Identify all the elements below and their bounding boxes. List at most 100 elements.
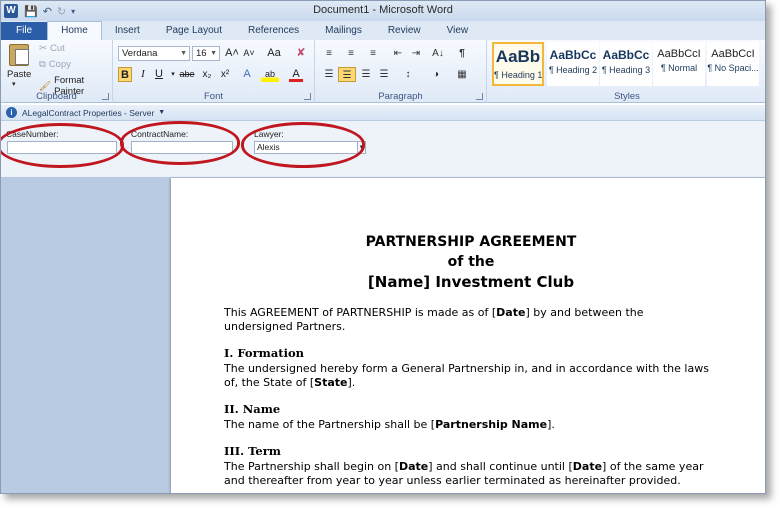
decrease-indent-icon[interactable]: ⇤ — [389, 46, 407, 61]
highlight-ring-contract-name — [120, 121, 240, 165]
style-preview: AaBbCc — [549, 48, 597, 62]
justify-icon[interactable]: ☰ — [375, 67, 393, 82]
shading-icon[interactable]: ◑ — [427, 67, 445, 82]
cut-button[interactable]: ✂ Cut — [39, 43, 65, 54]
term-text: and thereafter from year to year unless … — [224, 474, 681, 487]
start-date-placeholder: Date — [398, 460, 429, 473]
tab-mailings[interactable]: Mailings — [312, 22, 375, 40]
align-left-icon[interactable]: ☰ — [320, 67, 338, 82]
center-icon[interactable]: ☰ — [338, 67, 356, 82]
doc-title-line-1: PARTNERSHIP AGREEMENT — [365, 234, 577, 250]
term-paragraph: The Partnership shall begin on [Date] an… — [224, 460, 724, 488]
term-text: ] and shall continue until [ — [428, 460, 573, 473]
bullets-icon[interactable]: ≡ — [320, 46, 338, 61]
formation-paragraph: The undersigned hereby form a General Pa… — [224, 362, 724, 390]
font-color-button[interactable]: A — [289, 67, 303, 82]
tab-page-layout[interactable]: Page Layout — [153, 22, 235, 40]
word-window: W 💾 ↶ ↻ ▾ Document1 - Microsoft Word Fil… — [0, 0, 766, 494]
chevron-down-icon[interactable]: ▼ — [158, 109, 165, 116]
style-name: ¶ Heading 1 — [494, 70, 543, 80]
chevron-down-icon: ▼ — [180, 50, 187, 57]
document-area: PARTNERSHIP AGREEMENT of the [Name] Inve… — [1, 177, 765, 493]
intro-text: ] by and between the — [525, 306, 644, 319]
shrink-font-button[interactable]: A˅ — [241, 46, 257, 61]
font-size-combo[interactable]: 16 ▼ — [192, 46, 220, 61]
intro-date-placeholder: Date — [496, 306, 526, 319]
style-normal[interactable]: AaBbCcI ¶ Normal — [653, 42, 705, 86]
style-preview: AaBbCcI — [657, 48, 701, 60]
document-info-title[interactable]: ALegalContract Properties - Server — [22, 108, 154, 118]
clear-formatting-icon[interactable]: ✘ — [293, 46, 309, 61]
style-name: ¶ Heading 3 — [601, 65, 651, 75]
name-text: The name of the Partnership shall be [ — [224, 418, 436, 431]
section-heading-formation: I. Formation — [224, 346, 304, 360]
term-text: The Partnership shall begin on [ — [224, 460, 399, 473]
document-page[interactable]: PARTNERSHIP AGREEMENT of the [Name] Inve… — [171, 178, 765, 493]
style-preview: AaBb — [495, 47, 541, 66]
clipboard-group-label: Clipboard — [36, 91, 77, 102]
style-preview: AaBbCcI — [711, 48, 755, 60]
borders-icon[interactable]: ▦ — [453, 67, 471, 82]
font-size-value: 16 — [196, 48, 207, 59]
styles-group: AaBb ¶ Heading 1 AaBbCc ¶ Heading 2 AaBb… — [487, 40, 765, 103]
clipboard-launcher-icon[interactable] — [102, 93, 109, 100]
superscript-button[interactable]: x² — [217, 67, 233, 82]
window-title: Document1 - Microsoft Word — [313, 4, 453, 16]
clipboard-group: Paste ▾ ✂ Cut ⧉ Copy 🖌 Format Painter Cl… — [1, 40, 113, 103]
style-heading-3[interactable]: AaBbCc ¶ Heading 3 — [600, 42, 652, 86]
formation-text: ]. — [347, 376, 356, 389]
font-name-combo[interactable]: Verdana ▼ — [118, 46, 190, 61]
align-right-icon[interactable]: ☰ — [357, 67, 375, 82]
paragraph-launcher-icon[interactable] — [476, 93, 483, 100]
italic-button[interactable]: I — [136, 67, 150, 82]
style-heading-1[interactable]: AaBb ¶ Heading 1 — [492, 42, 544, 86]
ribbon-tabs: File Home Insert Page Layout References … — [1, 21, 765, 40]
intro-paragraph: This AGREEMENT of PARTNERSHIP is made as… — [224, 306, 724, 334]
tab-review[interactable]: Review — [375, 22, 434, 40]
chevron-down-icon: ▼ — [210, 50, 217, 57]
change-case-button[interactable]: Aa — [264, 46, 284, 61]
copy-button[interactable]: ⧉ Copy — [39, 59, 71, 70]
intro-text: undersigned Partners. — [224, 320, 346, 333]
paste-dropdown-icon[interactable]: ▾ — [12, 80, 16, 88]
sort-button[interactable]: A↓ — [429, 46, 447, 61]
font-name-value: Verdana — [122, 48, 158, 59]
tab-home[interactable]: Home — [47, 21, 102, 40]
style-heading-2[interactable]: AaBbCc ¶ Heading 2 — [547, 42, 599, 86]
paste-icon[interactable] — [9, 44, 29, 66]
font-group-label: Font — [203, 91, 223, 102]
tab-references[interactable]: References — [235, 22, 312, 40]
strikethrough-button[interactable]: abe — [177, 67, 197, 82]
state-placeholder: State — [314, 376, 348, 389]
scissors-icon: ✂ — [39, 43, 47, 54]
info-icon: i — [6, 107, 17, 118]
text-effects-button[interactable]: A — [239, 67, 255, 82]
bold-button[interactable]: B — [118, 67, 132, 82]
section-heading-term: III. Term — [224, 444, 281, 458]
title-bar: W 💾 ↶ ↻ ▾ Document1 - Microsoft Word — [1, 1, 765, 21]
intro-text: This AGREEMENT of PARTNERSHIP is made as… — [224, 306, 497, 319]
font-group: Verdana ▼ 16 ▼ A˄ A˅ Aa ✘ B I U ▾ abe x₂… — [113, 40, 315, 103]
font-launcher-icon[interactable] — [304, 93, 311, 100]
tab-insert[interactable]: Insert — [102, 22, 153, 40]
increase-indent-icon[interactable]: ⇥ — [407, 46, 425, 61]
doc-title-line-2: of the — [447, 254, 495, 270]
tab-file[interactable]: File — [1, 22, 48, 40]
subscript-button[interactable]: x₂ — [199, 67, 215, 82]
tab-view[interactable]: View — [434, 22, 482, 40]
paste-button[interactable]: Paste — [7, 69, 31, 80]
styles-group-label: Styles — [614, 91, 640, 102]
multilevel-list-icon[interactable]: ≡ — [364, 46, 382, 61]
end-date-placeholder: Date — [572, 460, 603, 473]
show-formatting-button[interactable]: ¶ — [453, 46, 471, 61]
style-no-spacing[interactable]: AaBbCcI ¶ No Spaci... — [707, 42, 759, 86]
section-heading-name: II. Name — [224, 402, 281, 416]
highlight-ring-case-number — [1, 123, 124, 168]
style-name: ¶ No Spaci... — [707, 63, 759, 73]
underline-button[interactable]: U — [152, 67, 166, 82]
line-spacing-icon[interactable]: ↕ — [399, 67, 417, 82]
highlight-button[interactable]: ab — [261, 67, 279, 82]
numbering-icon[interactable]: ≡ — [342, 46, 360, 61]
grow-font-button[interactable]: A˄ — [224, 46, 240, 61]
partnership-name-placeholder: Partnership Name — [435, 418, 548, 431]
